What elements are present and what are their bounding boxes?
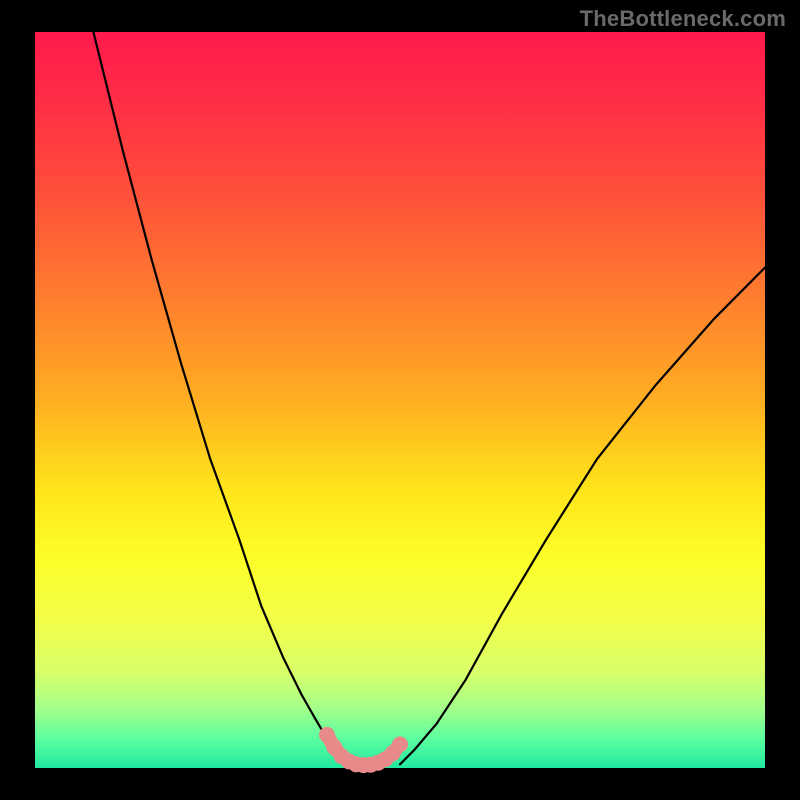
left-curve xyxy=(93,32,349,764)
chart-frame: TheBottleneck.com xyxy=(0,0,800,800)
sweet-spot-markers xyxy=(319,727,408,773)
plot-area xyxy=(35,32,765,768)
curves-svg xyxy=(35,32,765,768)
right-curve xyxy=(400,268,765,765)
watermark-text: TheBottleneck.com xyxy=(580,6,786,32)
